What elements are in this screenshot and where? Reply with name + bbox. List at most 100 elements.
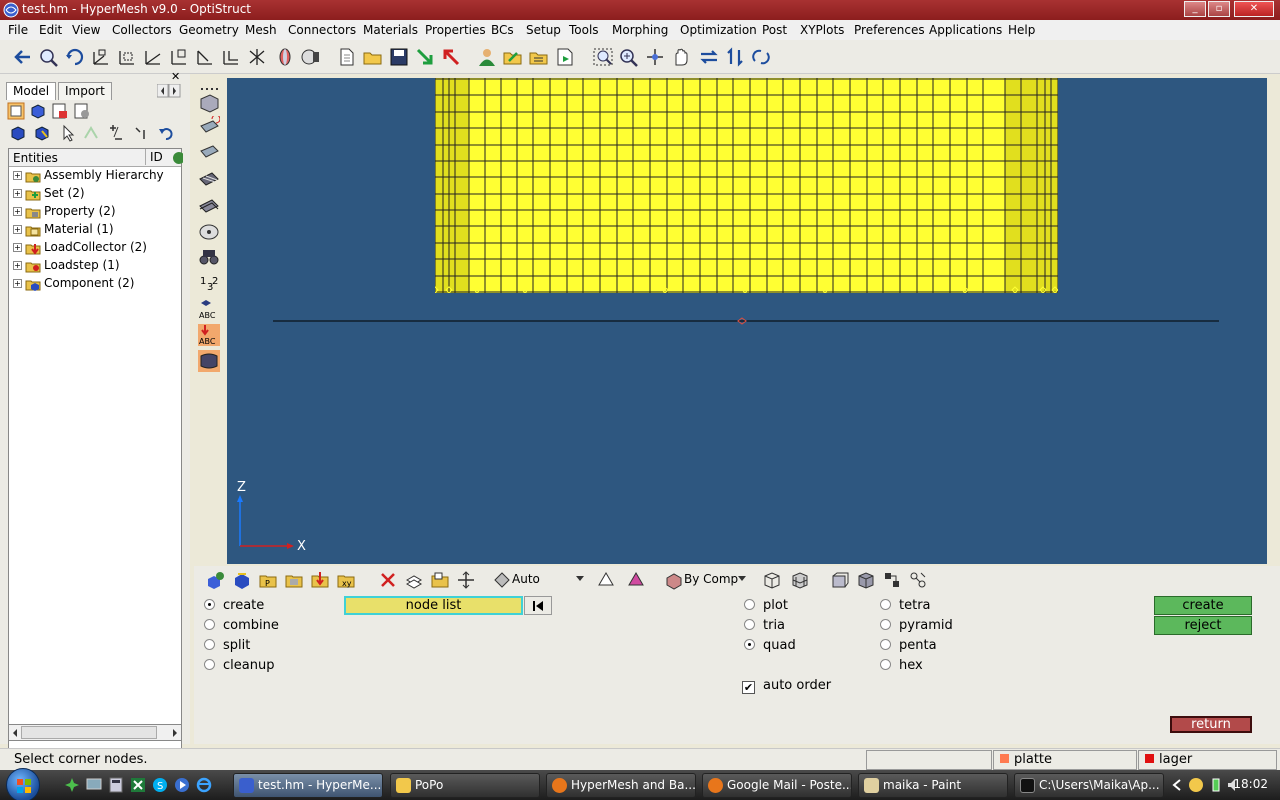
rotate-reverse-icon[interactable] [750, 47, 772, 67]
color-by-icon[interactable] [664, 570, 684, 590]
menu-file[interactable]: File [8, 23, 28, 37]
radio-dot[interactable] [880, 599, 891, 610]
find-binoculars-icon[interactable] [198, 246, 220, 268]
radio-dot[interactable] [880, 659, 891, 670]
menu-xyplots[interactable]: XYPlots [800, 23, 844, 37]
task-google-mail[interactable]: Google Mail - Poste... [702, 773, 852, 798]
radio-dot[interactable] [204, 659, 215, 670]
tab-scroll-arrows-icon[interactable] [157, 84, 181, 98]
tree-item-component[interactable]: + Component (2) [13, 276, 134, 294]
radio-cleanup[interactable]: cleanup [204, 658, 274, 673]
expand-icon[interactable]: + [13, 171, 22, 180]
material-collector-icon[interactable] [284, 570, 304, 590]
close-button[interactable]: ✕ [1234, 1, 1274, 17]
menu-view[interactable]: View [72, 23, 100, 37]
shaded-elements-icon[interactable] [198, 92, 220, 114]
menu-mesh[interactable]: Mesh [245, 23, 277, 37]
view-side-icon[interactable] [168, 47, 190, 67]
component-outline-icon[interactable] [198, 350, 220, 372]
menu-applications[interactable]: Applications [929, 23, 1002, 37]
open-session-icon[interactable] [528, 47, 550, 67]
component-view-icon[interactable] [29, 102, 47, 120]
radio-pyramid[interactable]: pyramid [880, 618, 953, 633]
status-component-2[interactable]: lager [1138, 750, 1277, 770]
view-iso-icon[interactable] [90, 47, 112, 67]
display-mode-icon[interactable] [492, 570, 512, 590]
settings-view-icon[interactable] [73, 102, 91, 120]
menu-materials[interactable]: Materials [363, 23, 418, 37]
task-firefox-hypermesh[interactable]: HyperMesh and Ba... [546, 773, 696, 798]
export-icon[interactable] [440, 47, 462, 67]
radio-dot[interactable] [744, 619, 755, 630]
radio-hex[interactable]: hex [880, 658, 923, 673]
view-user-icon[interactable] [246, 47, 268, 67]
reverse-vertical-icon[interactable] [724, 47, 746, 67]
select-cursor-icon[interactable] [59, 124, 77, 142]
status-component-1[interactable]: platte [993, 750, 1137, 770]
tree-item-assembly-hierarchy[interactable]: + Assembly Hierarchy [13, 168, 164, 186]
zoom-window-icon[interactable] [592, 47, 614, 67]
center-icon[interactable] [644, 47, 666, 67]
skype-icon[interactable]: S [152, 777, 168, 793]
menu-optimization[interactable]: Optimization [680, 23, 757, 37]
reject-button[interactable]: reject [1154, 616, 1252, 635]
column-color-icon[interactable] [171, 151, 183, 165]
organize-icon[interactable] [430, 570, 450, 590]
delete-icon[interactable] [378, 570, 398, 590]
expand-icon[interactable]: + [13, 261, 22, 270]
menu-bcs[interactable]: BCs [491, 23, 514, 37]
view-top-icon[interactable] [142, 47, 164, 67]
tray-power-icon[interactable] [1208, 777, 1224, 793]
radio-tetra[interactable]: tetra [880, 598, 931, 613]
task-hypermesh[interactable]: test.hm - HyperMe... [233, 773, 383, 798]
browser-close-icon[interactable]: ✕ [171, 70, 180, 83]
filter-view-icon[interactable] [51, 102, 69, 120]
component-collector-icon[interactable] [232, 570, 252, 590]
radio-dot[interactable] [204, 599, 215, 610]
tray-smiley-icon[interactable] [1188, 777, 1204, 793]
system-collector-icon[interactable]: xy [336, 570, 356, 590]
radio-dot[interactable] [880, 619, 891, 630]
scroll-right-icon[interactable] [171, 728, 179, 738]
menu-properties[interactable]: Properties [425, 23, 486, 37]
show-desktop-icon[interactable] [86, 777, 102, 793]
load-label-icon[interactable]: ABC [198, 324, 220, 346]
open-folder-icon[interactable] [362, 47, 384, 67]
quicklaunch-green-icon[interactable] [64, 777, 80, 793]
script-icon[interactable] [554, 47, 576, 67]
expand-icon[interactable]: + [13, 243, 22, 252]
radio-plot[interactable]: plot [744, 598, 788, 613]
menu-geometry[interactable]: Geometry [179, 23, 239, 37]
tab-model[interactable]: Model [6, 82, 57, 100]
radio-dot[interactable] [744, 639, 755, 650]
menu-setup[interactable]: Setup [526, 23, 561, 37]
radio-quad[interactable]: quad [744, 638, 796, 653]
tree-horizontal-scrollbar[interactable] [8, 724, 182, 741]
tray-expand-icon[interactable] [1172, 779, 1182, 791]
save-icon[interactable] [388, 47, 410, 67]
open-model-icon[interactable] [502, 47, 524, 67]
numbers-icon[interactable]: 132 [198, 272, 220, 294]
calculator-icon[interactable] [108, 777, 124, 793]
geometry-box-icon[interactable] [830, 570, 850, 590]
zoom-icon[interactable] [38, 47, 60, 67]
entity-display-icon[interactable] [882, 570, 902, 590]
toggle-plus-minus-icon[interactable] [106, 124, 126, 142]
translate-icon[interactable] [456, 570, 476, 590]
wireframe-elements-icon[interactable] [198, 116, 220, 138]
text-label-icon[interactable]: ABC [198, 298, 220, 320]
column-entities[interactable]: Entities [13, 151, 58, 165]
scroll-left-icon[interactable] [11, 728, 19, 738]
back-arrow-icon[interactable] [12, 47, 34, 67]
duplicate-icon[interactable] [404, 570, 424, 590]
new-file-icon[interactable] [336, 47, 358, 67]
transparent-elements-icon[interactable] [198, 195, 220, 217]
mesh-cube-icon[interactable] [790, 570, 810, 590]
menu-help[interactable]: Help [1008, 23, 1035, 37]
auto-order-checkbox[interactable]: ✔ auto order [742, 678, 831, 694]
rotate-icon[interactable] [64, 47, 86, 67]
feature-lines-icon[interactable] [198, 141, 220, 163]
expand-icon[interactable]: + [13, 207, 22, 216]
color-mode-select[interactable]: By Comp [684, 569, 750, 590]
radio-tria[interactable]: tria [744, 618, 785, 633]
